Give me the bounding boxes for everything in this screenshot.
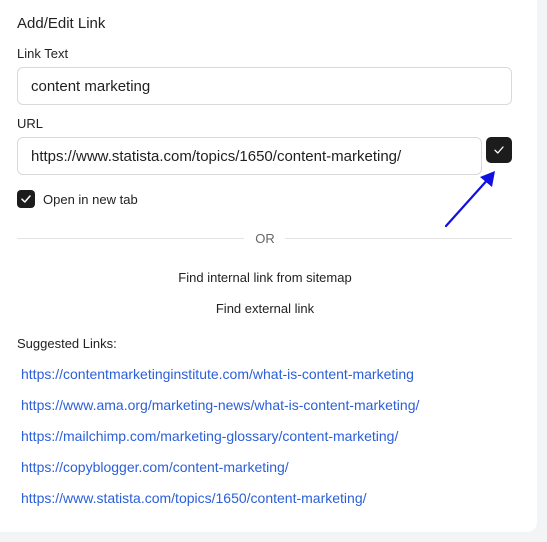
- suggested-link[interactable]: https://contentmarketinginstitute.com/wh…: [21, 366, 414, 382]
- list-item: https://copyblogger.com/content-marketin…: [21, 459, 419, 490]
- suggested-link[interactable]: https://www.statista.com/topics/1650/con…: [21, 490, 367, 506]
- check-icon: [494, 146, 504, 154]
- open-new-tab-label: Open in new tab: [43, 191, 138, 207]
- list-item: https://www.ama.org/marketing-news/what-…: [21, 397, 419, 428]
- suggested-links-list: https://contentmarketinginstitute.com/wh…: [21, 366, 419, 521]
- add-edit-link-dialog: Add/Edit Link Link Text URL Open in new …: [0, 0, 537, 532]
- suggested-links-label: Suggested Links:: [17, 336, 117, 351]
- dialog-title: Add/Edit Link: [17, 15, 106, 32]
- divider-right: [285, 238, 512, 239]
- link-text-label: Link Text: [17, 46, 69, 61]
- suggested-link[interactable]: https://copyblogger.com/content-marketin…: [21, 459, 289, 475]
- or-separator: OR: [255, 231, 275, 246]
- find-internal-link-button[interactable]: Find internal link from sitemap: [0, 270, 530, 285]
- annotation-arrow-icon: [444, 171, 495, 228]
- suggested-link[interactable]: https://www.ama.org/marketing-news/what-…: [21, 397, 419, 413]
- divider-left: [17, 238, 244, 239]
- open-new-tab-row[interactable]: Open in new tab: [17, 190, 138, 208]
- confirm-url-button[interactable]: [486, 137, 512, 163]
- open-new-tab-checkbox[interactable]: [17, 190, 35, 208]
- url-input[interactable]: [17, 137, 482, 175]
- link-text-input[interactable]: [17, 67, 512, 105]
- list-item: https://www.statista.com/topics/1650/con…: [21, 490, 419, 521]
- url-label: URL: [17, 116, 44, 131]
- list-item: https://contentmarketinginstitute.com/wh…: [21, 366, 419, 397]
- list-item: https://mailchimp.com/marketing-glossary…: [21, 428, 419, 459]
- suggested-link[interactable]: https://mailchimp.com/marketing-glossary…: [21, 428, 398, 444]
- find-external-link-button[interactable]: Find external link: [0, 301, 530, 316]
- check-icon: [21, 195, 31, 203]
